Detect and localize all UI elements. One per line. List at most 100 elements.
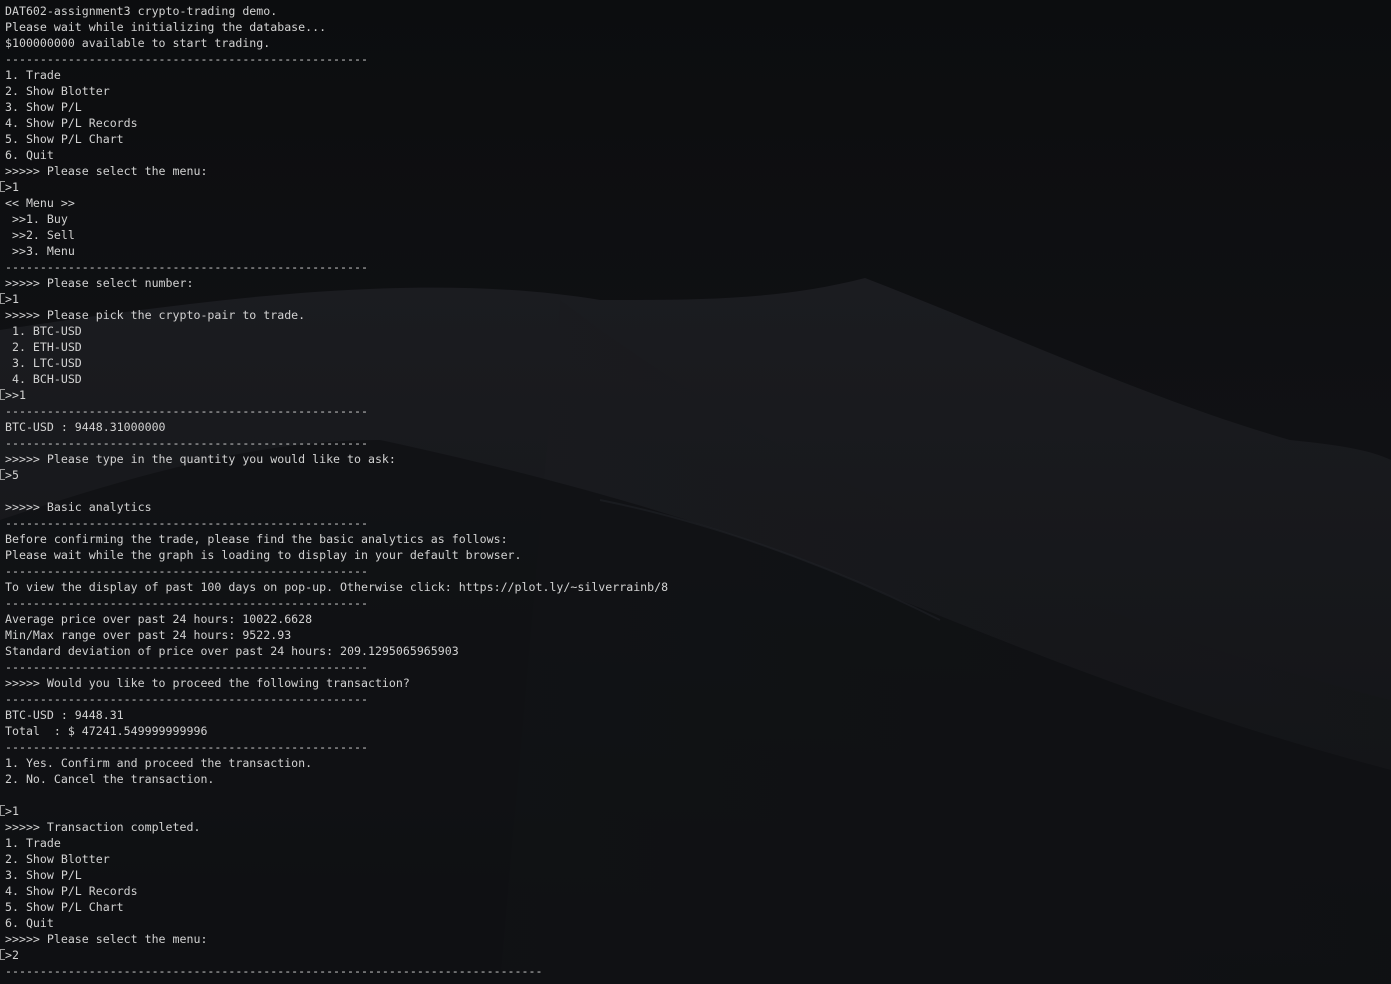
terminal-line-text: >>1 [5,388,26,402]
terminal-input-line: >1 [0,291,668,307]
terminal-line-text: >1 [5,292,19,306]
terminal-line: DAT602-assignment3 crypto-trading demo. [5,3,668,19]
terminal-line: >>3. Menu [5,243,668,259]
terminal-line: 5. Show P/L Chart [5,131,668,147]
terminal-input-line: >5 [0,467,668,483]
terminal-line: >>1. Buy [5,211,668,227]
terminal-line-text: ----------------------------------------… [5,692,368,706]
terminal-line-text: >>>>> Would you like to proceed the foll… [5,676,410,690]
terminal-line-text: 4. Show P/L Records [5,884,138,898]
terminal-window[interactable]: ----------------------------------------… [0,0,1391,984]
terminal-line-text: Please wait while initializing the datab… [5,20,327,34]
terminal-line: 4. Show P/L Records [5,883,668,899]
terminal-line: ----------------------------------------… [5,595,668,611]
terminal-line-text: >>3. Menu [5,244,75,258]
terminal-line: 2. ETH-USD [5,339,668,355]
terminal-line-text: 6. Quit [5,916,54,930]
terminal-line: ----------------------------------------… [5,563,668,579]
terminal-input-line: >>1 [0,387,668,403]
terminal-line-text: 1. Yes. Confirm and proceed the transact… [5,756,313,770]
terminal-line: 1. Yes. Confirm and proceed the transact… [5,755,668,771]
terminal-line: $100000000 available to start trading. [5,35,668,51]
terminal-line-text: >>2. Sell [5,228,75,242]
terminal-line: 4. BCH-USD [5,371,668,387]
terminal-line-text: 5. Show P/L Chart [5,132,124,146]
terminal-line-text: ----------------------------------------… [5,0,368,2]
terminal-line: Please wait while initializing the datab… [5,19,668,35]
terminal-line-text: ----------------------------------------… [5,564,368,578]
terminal-line-text: ----------------------------------------… [5,660,368,674]
terminal-line: Average price over past 24 hours: 10022.… [5,611,668,627]
terminal-line-text: DAT602-assignment3 crypto-trading demo. [5,4,278,18]
terminal-line: Total : $ 47241.549999999996 [5,723,668,739]
input-marker-icon [0,469,5,480]
terminal-line: 4. Show P/L Records [5,115,668,131]
terminal-line: >>>>> Please select the menu: [5,931,668,947]
terminal-input-line: >1 [0,179,668,195]
terminal-line-text: >>>>> Basic analytics [5,500,152,514]
terminal-input-line: >1 [0,803,668,819]
terminal-line-text: ----------------------------------------… [5,740,368,754]
terminal-line: 5. Show P/L Chart [5,899,668,915]
terminal-line-text: 2. No. Cancel the transaction. [5,772,215,786]
terminal-line-text: ----------------------------------------… [5,516,368,530]
terminal-line: 6. Quit [5,915,668,931]
terminal-line: 2. Show Blotter [5,851,668,867]
terminal-line: ----------------------------------------… [5,739,668,755]
terminal-line-text: 3. Show P/L [5,100,82,114]
terminal-line: To view the display of past 100 days on … [5,579,668,595]
terminal-line-text: >2 [5,948,19,962]
terminal-line: ----------------------------------------… [5,691,668,707]
terminal-line: >>>>> Transaction completed. [5,819,668,835]
terminal-line-text: Before confirming the trade, please find… [5,532,508,546]
terminal-line: >>>>> Basic analytics [5,499,668,515]
terminal-line-text: >>>>> Please type in the quantity you wo… [5,452,396,466]
terminal-line-text: 2. Show Blotter [5,84,110,98]
terminal-line: 3. Show P/L [5,99,668,115]
terminal-output: ----------------------------------------… [0,0,668,979]
terminal-line-text: 5. Show P/L Chart [5,900,124,914]
terminal-line-text: ----------------------------------------… [5,260,368,274]
terminal-line-text: 1. Trade [5,836,61,850]
terminal-line-text: >>>>> Please select the menu: [5,932,208,946]
terminal-line-text: ----------------------------------------… [5,436,368,450]
terminal-line: ----------------------------------------… [5,659,668,675]
terminal-line-text: >>>>> Transaction completed. [5,820,201,834]
terminal-line-text: Min/Max range over past 24 hours: 9522.9… [5,628,292,642]
terminal-line: >>>>> Please type in the quantity you wo… [5,451,668,467]
input-marker-icon [0,293,5,304]
terminal-line-text: Standard deviation of price over past 24… [5,644,459,658]
terminal-line: BTC-USD : 9448.31000000 [5,419,668,435]
input-marker-icon [0,181,5,192]
terminal-line-text: 1. Trade [5,68,61,82]
terminal-line-text: To view the display of past 100 days on … [5,580,669,594]
terminal-line-text: >1 [5,804,19,818]
terminal-line-text: >>>>> Please select the menu: [5,164,208,178]
terminal-line: ----------------------------------------… [5,435,668,451]
terminal-line-text: BTC-USD : 9448.31000000 [5,420,166,434]
terminal-line: >>>>> Please pick the crypto-pair to tra… [5,307,668,323]
terminal-line-text: ----------------------------------------… [5,404,368,418]
terminal-line: ----------------------------------------… [5,51,668,67]
terminal-line-text: >1 [5,180,19,194]
terminal-line: 3. LTC-USD [5,355,668,371]
terminal-line-text: >>1. Buy [5,212,68,226]
terminal-line-text: ----------------------------------------… [5,52,368,66]
terminal-line-text: BTC-USD : 9448.31 [5,708,124,722]
terminal-line-text: 3. Show P/L [5,868,82,882]
terminal-line-text: 2. ETH-USD [5,340,82,354]
terminal-line-text: ----------------------------------------… [5,596,368,610]
terminal-line: 3. Show P/L [5,867,668,883]
terminal-line-text: 1. BTC-USD [5,324,82,338]
terminal-line: 1. BTC-USD [5,323,668,339]
terminal-line-text: $100000000 available to start trading. [5,36,271,50]
terminal-line-text: Total : $ 47241.549999999996 [5,724,208,738]
terminal-line: Min/Max range over past 24 hours: 9522.9… [5,627,668,643]
terminal-line: >>>>> Please select the menu: [5,163,668,179]
terminal-line: ----------------------------------------… [5,403,668,419]
terminal-line: 6. Quit [5,147,668,163]
terminal-line: Standard deviation of price over past 24… [5,643,668,659]
terminal-line: << Menu >> [5,195,668,211]
